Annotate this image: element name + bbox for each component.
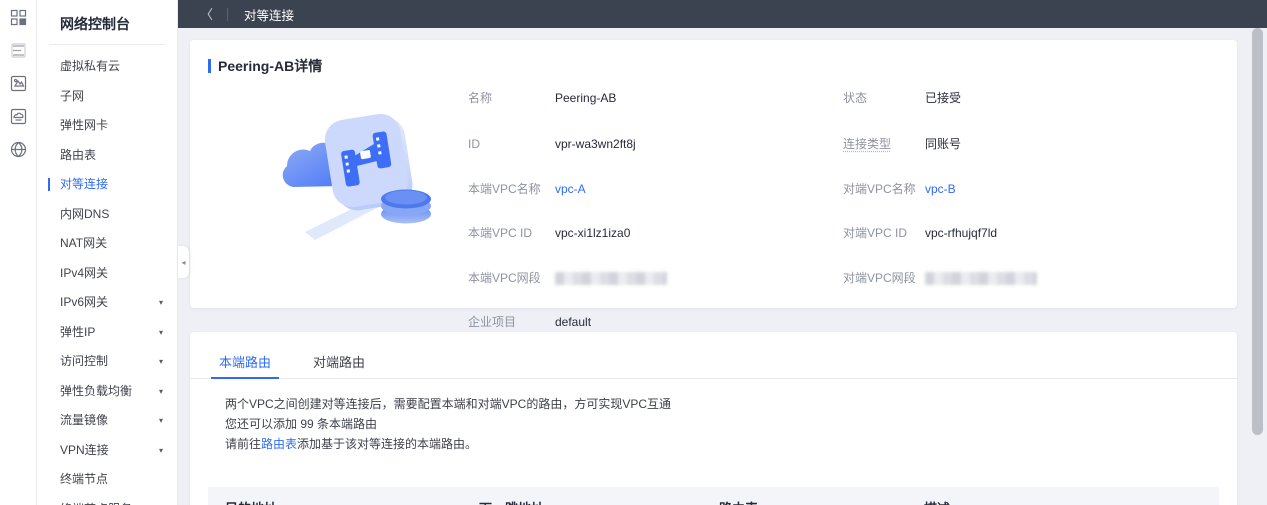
field-peer-vpc-id: 对端VPC ID vpc-rfhujqf7ld [843, 226, 998, 240]
main-content: Peering-AB详情 名称 Peering-AB ID vpr-wa3wn2… [178, 28, 1267, 505]
sidebar-item-traffic-mirror[interactable]: 流量镜像 ▾ [37, 406, 177, 436]
chevron-down-icon: ▾ [158, 386, 163, 396]
tab-peer-routes[interactable]: 对端路由 [309, 346, 369, 378]
field-peer-vpc-cidr: 对端VPC网段 [843, 269, 1037, 287]
peer-vpc-link[interactable]: vpc-B [925, 182, 956, 196]
sidebar-item-ipv4-gateway[interactable]: IPv4网关 [37, 259, 177, 289]
col-route-table: 路由表 [703, 498, 908, 505]
routes-card: 本端路由 对端路由 两个VPC之间创建对等连接后，需要配置本端和对端VPC的路由… [190, 332, 1237, 505]
field-local-vpc-cidr: 本端VPC网段 [468, 269, 667, 287]
chevron-down-icon: ▾ [158, 445, 163, 455]
sidebar-item-ipv6-gateway[interactable]: IPv6网关 ▾ [37, 288, 177, 318]
network-device-icon[interactable] [10, 108, 27, 125]
col-next-hop: 下一跳地址 [463, 498, 703, 505]
routes-description: 两个VPC之间创建对等连接后，需要配置本端和对端VPC的路由，方可实现VPC互通… [225, 394, 671, 454]
vpc-peering-illustration-icon [275, 92, 440, 242]
detail-card-title: Peering-AB详情 [218, 58, 323, 74]
tab-local-routes[interactable]: 本端路由 [210, 346, 280, 379]
detail-card-header: Peering-AB详情 [208, 56, 322, 76]
routes-desc-line1: 两个VPC之间创建对等连接后，需要配置本端和对端VPC的路由，方可实现VPC互通 [225, 397, 672, 411]
service-list-icon[interactable] [10, 42, 27, 59]
network-console-sidebar: 网络控制台 虚拟私有云 子网 弹性网卡 路由表 对等连接 内网DNS NAT网关… [37, 0, 178, 505]
compute-icon[interactable] [10, 75, 27, 92]
page-topbar: 〈 对等连接 [178, 0, 1267, 28]
topbar-divider [227, 7, 229, 21]
field-status: 状态 已接受 [843, 91, 962, 105]
sidebar-item-nat[interactable]: NAT网关 [37, 229, 177, 259]
app-icon-rail [0, 0, 37, 505]
sidebar-collapse-handle[interactable]: ◂ [178, 246, 189, 278]
redacted-local-cidr [555, 272, 667, 286]
routes-tabs: 本端路由 对端路由 [190, 346, 1237, 379]
sidebar-item-peering[interactable]: 对等连接 [37, 170, 177, 200]
sidebar-item-subnet[interactable]: 子网 [37, 82, 177, 112]
routes-desc-line3: 请前往路由表添加基于该对等连接的本端路由。 [225, 437, 478, 451]
redacted-peer-cidr [925, 272, 1037, 286]
sidebar-item-eni[interactable]: 弹性网卡 [37, 111, 177, 141]
vertical-scrollbar[interactable] [1252, 28, 1263, 435]
dashboard-icon[interactable] [10, 9, 27, 26]
sidebar-item-route-table[interactable]: 路由表 [37, 141, 177, 171]
col-description: 描述 [908, 498, 1219, 505]
status-value: 已接受 [925, 91, 962, 105]
chevron-down-icon: ▾ [158, 327, 163, 337]
title-accent-bar [208, 59, 211, 73]
local-vpc-link[interactable]: vpc-A [555, 182, 586, 196]
collapse-left-icon: ◂ [181, 257, 186, 267]
sidebar-menu: 虚拟私有云 子网 弹性网卡 路由表 对等连接 内网DNS NAT网关 IPv4网… [37, 45, 177, 505]
sidebar-item-dns[interactable]: 内网DNS [37, 200, 177, 230]
sidebar-item-endpoint[interactable]: 终端节点 [37, 465, 177, 495]
field-local-vpc-id: 本端VPC ID vpc-xi1lz1iza0 [468, 226, 631, 240]
routes-table-header: 目的地址 下一跳地址 路由表 描述 [208, 487, 1219, 505]
sidebar-item-elb[interactable]: 弹性负载均衡 ▾ [37, 377, 177, 407]
peering-detail-card: Peering-AB详情 名称 Peering-AB ID vpr-wa3wn2… [190, 40, 1237, 329]
routes-desc-line2: 您还可以添加 99 条本端路由 [225, 417, 378, 431]
page-title: 对等连接 [244, 8, 295, 23]
field-enterprise-project: 企业项目 default [468, 315, 592, 329]
chevron-down-icon: ▾ [158, 357, 163, 366]
chevron-down-icon: ▾ [158, 416, 163, 425]
field-peer-vpc-name: 对端VPC名称 vpc-B [843, 182, 956, 196]
field-id: ID vpr-wa3wn2ft8j [468, 137, 636, 151]
sidebar-item-endpoint-service[interactable]: 终端节点服务 [37, 495, 177, 505]
sidebar-item-eip[interactable]: 弹性IP ▾ [37, 318, 177, 348]
sidebar-title: 网络控制台 [60, 16, 130, 32]
globe-icon[interactable] [10, 141, 27, 158]
sidebar-item-access-control[interactable]: 访问控制 ▾ [37, 347, 177, 377]
sidebar-item-vpn[interactable]: VPN连接 ▾ [37, 436, 177, 466]
col-destination: 目的地址 [208, 498, 463, 505]
sidebar-item-vpc[interactable]: 虚拟私有云 [37, 52, 177, 82]
field-local-vpc-name: 本端VPC名称 vpc-A [468, 182, 586, 196]
field-name: 名称 Peering-AB [468, 91, 617, 105]
chevron-down-icon: ▾ [158, 298, 163, 307]
route-table-link[interactable]: 路由表 [261, 437, 297, 451]
field-connection-type: 连接类型 同账号 [843, 137, 962, 151]
back-icon[interactable]: 〈 [200, 8, 213, 21]
